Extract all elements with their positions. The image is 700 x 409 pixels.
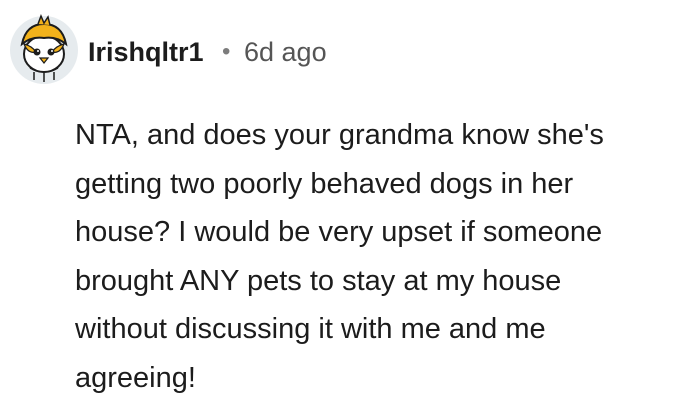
comment-timestamp[interactable]: 6d ago bbox=[244, 36, 327, 68]
snoo-bird-avatar-icon bbox=[10, 13, 78, 84]
comment-body-line: without discussing it with me and me bbox=[75, 313, 546, 345]
author-username[interactable]: Irishqltr1 bbox=[88, 36, 204, 68]
comment-header: Irishqltr1 • 6d ago bbox=[0, 0, 700, 100]
comment-body-line: getting two poorly behaved dogs in her bbox=[75, 167, 574, 200]
comment-body-line: brought ANY pets to stay at my house bbox=[75, 264, 562, 297]
comment-body: NTA, and does your grandma know she's ge… bbox=[75, 111, 693, 402]
comment-body-line: agreeing! bbox=[75, 361, 196, 394]
avatar[interactable] bbox=[8, 13, 80, 86]
comment: Irishqltr1 • 6d ago NTA, and does your g… bbox=[0, 0, 700, 409]
comment-body-line: NTA, and does your grandma know she's bbox=[75, 119, 604, 151]
comment-body-line: house? I would be very upset if someone bbox=[75, 216, 603, 248]
meta-separator: • bbox=[222, 38, 231, 65]
